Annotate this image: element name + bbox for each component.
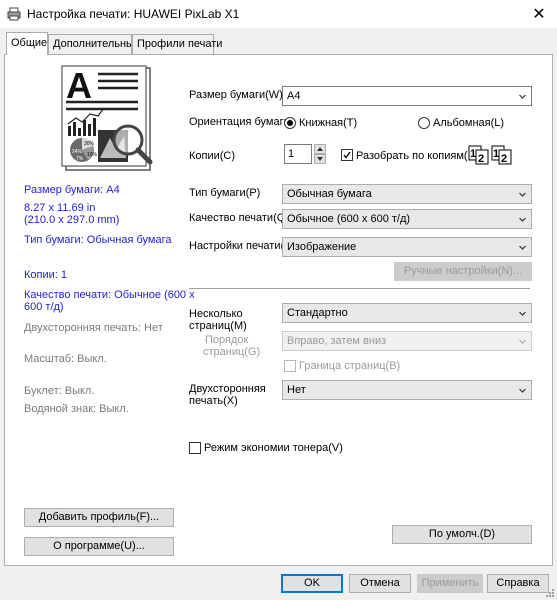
summary-media-type: Тип бумаги: Обычная бумага: [24, 234, 172, 246]
duplex-select[interactable]: Нет: [282, 380, 532, 400]
chevron-down-icon: [519, 192, 526, 197]
quality-value: Обычное (600 x 600 т/д): [287, 213, 411, 225]
chevron-down-icon: [519, 94, 526, 99]
chevron-down-icon: [519, 311, 526, 316]
tab-label: Профили печати: [137, 38, 223, 50]
paper-size-label: Размер бумаги(W): [189, 89, 283, 101]
summary-booklet: Буклет: Выкл.: [24, 385, 95, 397]
svg-text:24%: 24%: [72, 149, 83, 155]
svg-text:1: 1: [470, 148, 476, 160]
summary-duplex: Двухсторонняя печать: Нет: [24, 322, 163, 334]
about-button[interactable]: О программе(U)...: [24, 537, 174, 556]
print-settings-value: Изображение: [287, 241, 357, 253]
svg-text:1: 1: [493, 148, 499, 160]
summary-dims-mm: (210.0 x 297.0 mm): [24, 214, 120, 226]
collate-pages-icon: 1 2 1 2: [468, 145, 512, 165]
section-divider: [189, 288, 530, 289]
media-type-label: Тип бумаги(P): [189, 187, 261, 199]
multipage-select[interactable]: Стандартно: [282, 303, 532, 323]
title-bar: Настройка печати: HUAWEI PixLab X1 ✕: [0, 0, 557, 28]
duplex-value: Нет: [287, 384, 306, 396]
page-order-label-2: страниц(G): [203, 346, 261, 358]
manual-settings-button[interactable]: Ручные настройки(N)...: [394, 262, 532, 281]
paper-size-value: A4: [287, 90, 301, 102]
checkmark-icon: [343, 151, 351, 159]
chevron-down-icon: [519, 388, 526, 393]
add-profile-button[interactable]: Добавить профиль(F)...: [24, 508, 174, 527]
summary-quality-2: 600 т/д): [24, 301, 64, 313]
landscape-label: Альбомная(L): [433, 117, 505, 129]
resize-grip-icon[interactable]: [545, 588, 555, 598]
copies-down-button[interactable]: [314, 154, 326, 164]
toner-save-checkbox[interactable]: [189, 442, 201, 454]
paper-size-select[interactable]: A4: [282, 86, 532, 106]
help-button[interactable]: Справка: [487, 574, 549, 593]
ok-button[interactable]: OK: [281, 574, 343, 593]
chevron-down-icon: [317, 157, 323, 161]
window-title: Настройка печати: HUAWEI PixLab X1: [27, 7, 240, 21]
svg-text:16%: 16%: [87, 152, 98, 158]
quality-select[interactable]: Обычное (600 x 600 т/д): [282, 209, 532, 229]
duplex-label-2: печать(X): [189, 395, 238, 407]
printer-icon: [7, 7, 21, 21]
svg-text:2: 2: [501, 153, 507, 165]
summary-scale: Масштаб: Выкл.: [24, 353, 107, 365]
print-preview-image: A 30% 24% 16% 7%: [61, 65, 153, 171]
collate-label: Разобрать по копиям(E): [356, 150, 479, 162]
copies-label: Копии(C): [189, 150, 236, 162]
svg-text:7%: 7%: [76, 156, 84, 162]
toner-save-label: Режим экономии тонера(V): [204, 442, 343, 454]
portrait-radio[interactable]: [284, 117, 296, 129]
copies-input[interactable]: 1: [284, 144, 312, 164]
cancel-button[interactable]: Отмена: [349, 574, 411, 593]
summary-paper-size: Размер бумаги: A4: [24, 184, 120, 196]
radio-selected-dot: [287, 120, 293, 126]
tab-print-profiles[interactable]: Профили печати: [132, 34, 222, 54]
page-order-select[interactable]: Вправо, затем вниз: [282, 331, 532, 351]
quality-label: Качество печати(Q): [189, 212, 289, 224]
print-settings-select[interactable]: Изображение: [282, 237, 532, 257]
tab-label: Дополнительные: [53, 38, 141, 50]
copies-value: 1: [288, 148, 295, 160]
close-button[interactable]: ✕: [521, 0, 557, 28]
apply-button[interactable]: Применить: [417, 574, 483, 593]
collate-checkbox[interactable]: [341, 149, 353, 161]
tab-label: Общие: [11, 37, 48, 49]
default-button[interactable]: По умолч.(D): [392, 525, 532, 544]
svg-text:30%: 30%: [84, 141, 95, 147]
chevron-up-icon: [317, 147, 323, 151]
orientation-label: Ориентация бумаги: [189, 116, 290, 128]
copies-up-button[interactable]: [314, 144, 326, 154]
summary-watermark: Водяной знак: Выкл.: [24, 403, 129, 415]
chevron-down-icon: [519, 217, 526, 222]
svg-text:A: A: [66, 65, 92, 106]
svg-text:2: 2: [478, 153, 484, 165]
chevron-down-icon: [519, 339, 526, 344]
close-icon[interactable]: ✕: [532, 4, 545, 24]
page-order-value: Вправо, затем вниз: [287, 335, 387, 347]
portrait-label: Книжная(T): [299, 117, 358, 129]
page-border-label: Граница страниц(B): [299, 360, 401, 372]
print-settings-label: Настройки печати(I): [189, 240, 291, 252]
media-type-select[interactable]: Обычная бумага: [282, 184, 532, 204]
chevron-down-icon: [519, 245, 526, 250]
page-border-checkbox[interactable]: [284, 360, 296, 372]
multipage-label-2: страниц(M): [189, 320, 247, 332]
multipage-value: Стандартно: [287, 307, 348, 319]
media-type-value: Обычная бумага: [287, 188, 372, 200]
landscape-radio[interactable]: [418, 117, 430, 129]
summary-copies: Копии: 1: [24, 269, 68, 281]
tab-general[interactable]: Общие: [6, 32, 48, 55]
tab-advanced[interactable]: Дополнительные: [48, 34, 140, 54]
